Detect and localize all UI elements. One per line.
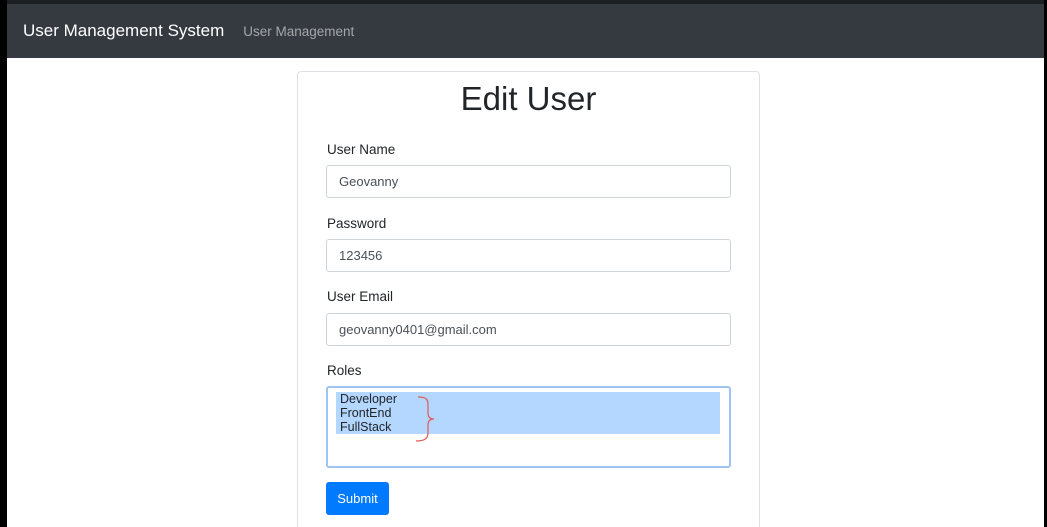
- username-input[interactable]: [326, 165, 731, 198]
- role-option-developer[interactable]: Developer: [336, 392, 720, 406]
- nav-link-user-management[interactable]: User Management: [243, 24, 354, 39]
- roles-label: Roles: [327, 363, 362, 378]
- email-input[interactable]: [326, 313, 731, 346]
- app-window: User Management System User Management E…: [0, 0, 1047, 527]
- password-input[interactable]: [326, 239, 731, 272]
- top-navbar: User Management System User Management: [7, 0, 1044, 58]
- annotation-brace: [415, 396, 435, 442]
- email-label: User Email: [327, 289, 394, 304]
- username-label: User Name: [327, 142, 396, 157]
- role-option-frontend[interactable]: FrontEnd: [336, 406, 720, 420]
- edit-user-card: Edit User User Name Password User Email …: [297, 71, 760, 527]
- role-option-fullstack[interactable]: FullStack: [336, 420, 720, 434]
- submit-button[interactable]: Submit: [326, 482, 389, 515]
- password-label: Password: [327, 216, 387, 231]
- page-title: Edit User: [460, 80, 597, 117]
- navbar-brand[interactable]: User Management System: [23, 21, 224, 41]
- roles-multiselect[interactable]: Developer FrontEnd FullStack: [326, 386, 731, 468]
